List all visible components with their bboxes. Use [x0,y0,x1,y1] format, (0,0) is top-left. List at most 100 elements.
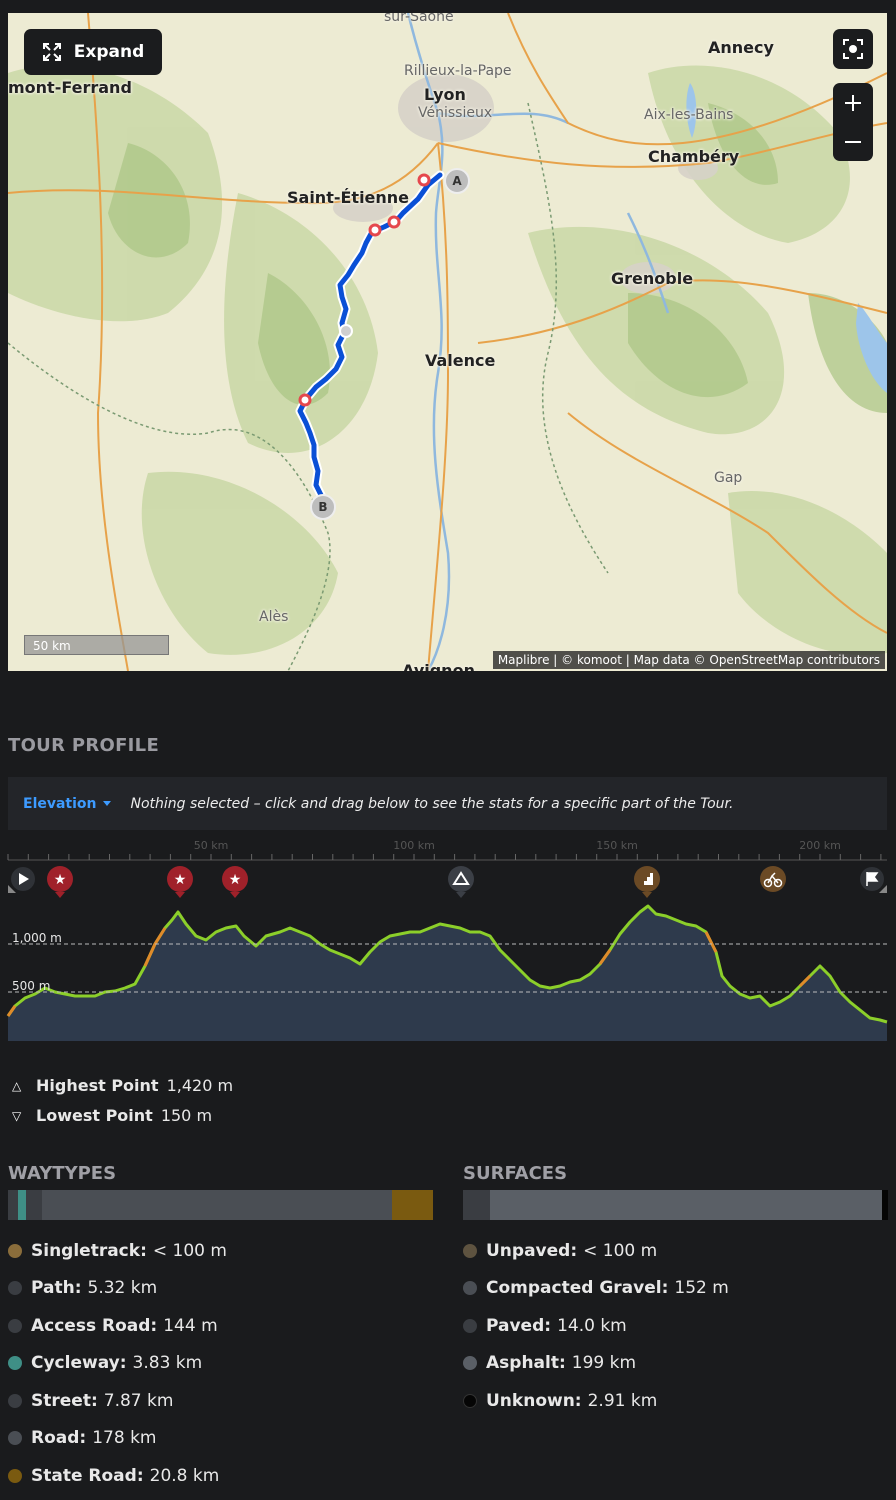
legend-dot [463,1243,477,1258]
metric-dropdown[interactable]: Elevation [23,796,111,812]
legend-value: 2.91 km [587,1390,658,1411]
distance-tick-label: 50 km [194,839,229,852]
city-label: Saint-Étienne [287,188,410,207]
waytype-segment-state-road[interactable] [392,1190,433,1220]
surface-segment-asphalt[interactable] [490,1190,882,1220]
waypoint-b[interactable]: B [310,494,336,520]
star-icon: ★ [229,872,242,888]
legend-dot [8,1281,22,1296]
legend-value: < 100 m [583,1240,658,1261]
city-label: Gap [714,470,743,486]
distance-tick-label: 200 km [799,839,841,852]
lowest-point-row: ▽ Lowest Point 150 m [12,1106,212,1125]
legend-dot [8,1431,22,1446]
legend-dot [8,1318,22,1333]
waytypes-bar[interactable] [8,1190,433,1220]
surfaces-legend: Unpaved: < 100 m Compacted Gravel: 152 m P… [463,1232,729,1420]
via-point [339,324,353,338]
star-icon: ★ [54,872,67,888]
city-label: Rillieux-la-Pape [404,63,512,79]
legend-dot [8,1356,22,1371]
legend-item[interactable]: Cycleway: 3.83 km [8,1345,227,1383]
waytype-segment-path[interactable] [8,1190,18,1220]
zoom-in-button[interactable] [833,83,873,122]
expand-icon [42,43,61,61]
waytype-segment-road[interactable] [42,1190,392,1220]
surface-segment-paved[interactable] [463,1190,490,1220]
surface-segment-unknown[interactable] [882,1190,888,1220]
metric-label: Elevation [23,795,97,812]
peak-marker[interactable] [448,866,474,898]
city-label: Vénissieux [418,105,493,121]
expand-label: Expand [73,42,145,62]
star-icon: ★ [174,872,187,888]
expand-button[interactable]: Expand [24,29,162,75]
legend-name: Path: [31,1278,82,1299]
finish-marker[interactable] [860,867,887,893]
legend-dot [463,1356,477,1371]
city-label: sur-Saône [384,13,454,25]
triangle-up-icon: △ [12,1078,22,1093]
lowest-point-label: Lowest Point [36,1106,153,1125]
legend-name: Unpaved: [486,1240,578,1261]
start-marker[interactable] [8,867,35,893]
poi-marker[interactable] [634,866,660,898]
distance-ticks [7,854,882,860]
legend-value: 152 m [674,1278,729,1299]
legend-dot [8,1243,22,1258]
highlight-marker[interactable]: ★ [167,866,193,898]
poi-marker[interactable] [760,866,786,892]
elevation-label: 1,000 m [12,931,62,945]
highest-point-row: △ Highest Point 1,420 m [12,1076,233,1095]
legend-item[interactable]: Street: 7.87 km [8,1382,227,1420]
legend-item[interactable]: Unknown: 2.91 km [463,1382,729,1420]
legend-name: State Road: [31,1465,144,1486]
map-view[interactable]: A B sur-Saône Annecy mont-Ferrand Rillie… [8,13,887,671]
legend-item[interactable]: Asphalt: 199 km [463,1345,729,1383]
section-title-waytypes: WAYTYPES [8,1163,117,1184]
legend-value: < 100 m [152,1240,227,1261]
legend-value: 20.8 km [149,1465,220,1486]
chevron-down-icon [102,801,111,806]
legend-value: 5.32 km [87,1278,158,1299]
legend-item[interactable]: Singletrack: < 100 m [8,1232,227,1270]
city-label: mont-Ferrand [8,78,132,97]
zoom-controls [833,83,873,161]
city-label: Chambéry [648,147,740,166]
legend-name: Road: [31,1428,87,1449]
legend-item[interactable]: Unpaved: < 100 m [463,1232,729,1270]
legend-name: Paved: [486,1315,552,1336]
legend-item[interactable]: State Road: 20.8 km [8,1457,227,1495]
legend-name: Street: [31,1390,98,1411]
legend-item[interactable]: Path: 5.32 km [8,1270,227,1308]
legend-value: 14.0 km [557,1315,627,1336]
distance-tick-label: 150 km [596,839,638,852]
legend-item[interactable]: Compacted Gravel: 152 m [463,1270,729,1308]
lowest-point-value: 150 m [160,1106,213,1125]
legend-name: Unknown: [486,1390,582,1411]
legend-item[interactable]: Paved: 14.0 km [463,1307,729,1345]
highlight-marker[interactable]: ★ [47,866,73,898]
legend-value: 144 m [163,1315,218,1336]
recenter-button[interactable] [833,29,873,69]
elevation-label: 500 m [12,979,50,993]
city-label: Lyon [424,85,466,104]
legend-item[interactable]: Road: 178 km [8,1420,227,1458]
highlight-marker[interactable]: ★ [222,866,248,898]
map-attribution[interactable]: Maplibre | © komoot | Map data © OpenStr… [492,651,885,669]
minus-icon [845,140,861,143]
waytype-segment-cycleway[interactable] [18,1190,26,1220]
legend-item[interactable]: Access Road: 144 m [8,1307,227,1345]
legend-dot [8,1393,22,1408]
waytype-segment-street[interactable] [26,1190,42,1220]
profile-toolbar: Elevation Nothing selected – click and d… [8,777,887,830]
zoom-out-button[interactable] [833,122,873,161]
legend-value: 7.87 km [103,1390,174,1411]
selection-hint: Nothing selected – click and drag below … [130,795,734,812]
surfaces-bar[interactable] [463,1190,888,1220]
city-label: Aix-les-Bains [644,107,734,123]
legend-value: 178 km [92,1428,157,1449]
waypoint-a[interactable]: A [444,168,470,194]
elevation-chart[interactable]: 50 km 100 km 150 km 200 km 1,000 m 500 m… [0,836,896,1046]
legend-name: Access Road: [31,1315,158,1336]
